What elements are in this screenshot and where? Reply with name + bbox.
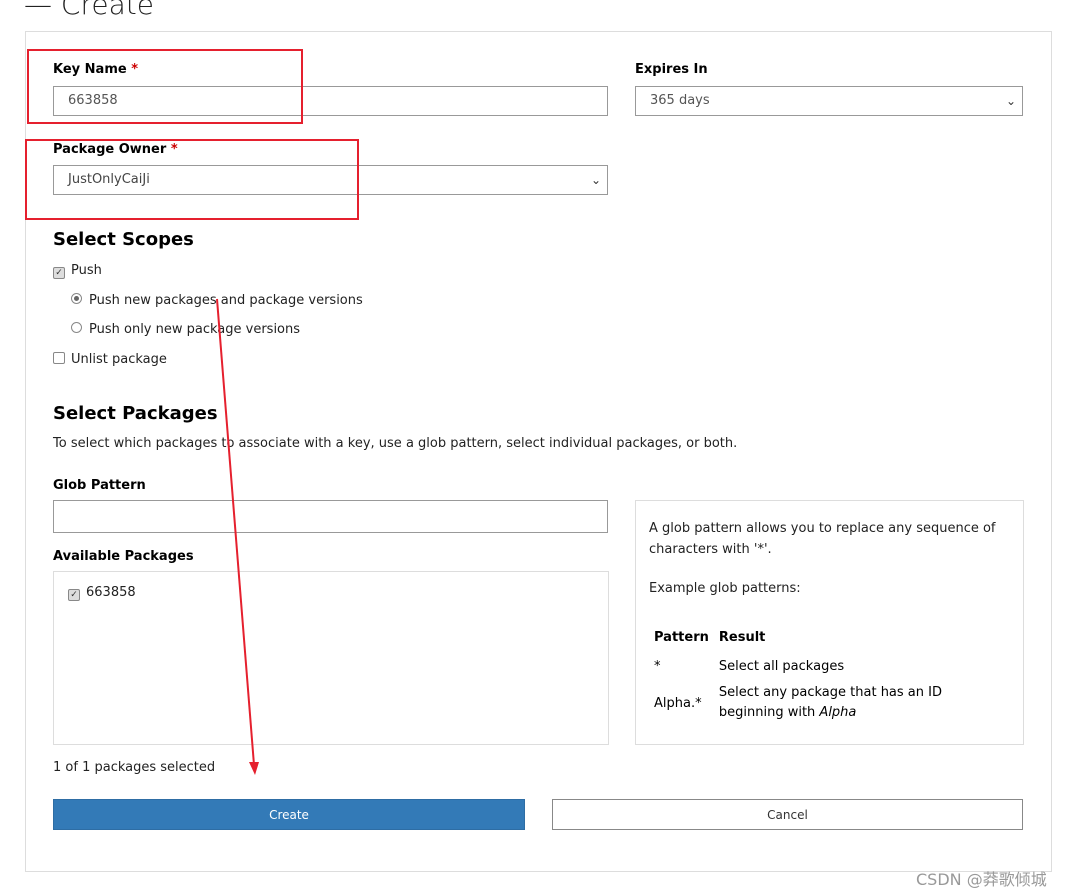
annotation-arrow — [216, 298, 259, 775]
watermark: CSDN @莽歌倾城 — [916, 870, 1047, 889]
